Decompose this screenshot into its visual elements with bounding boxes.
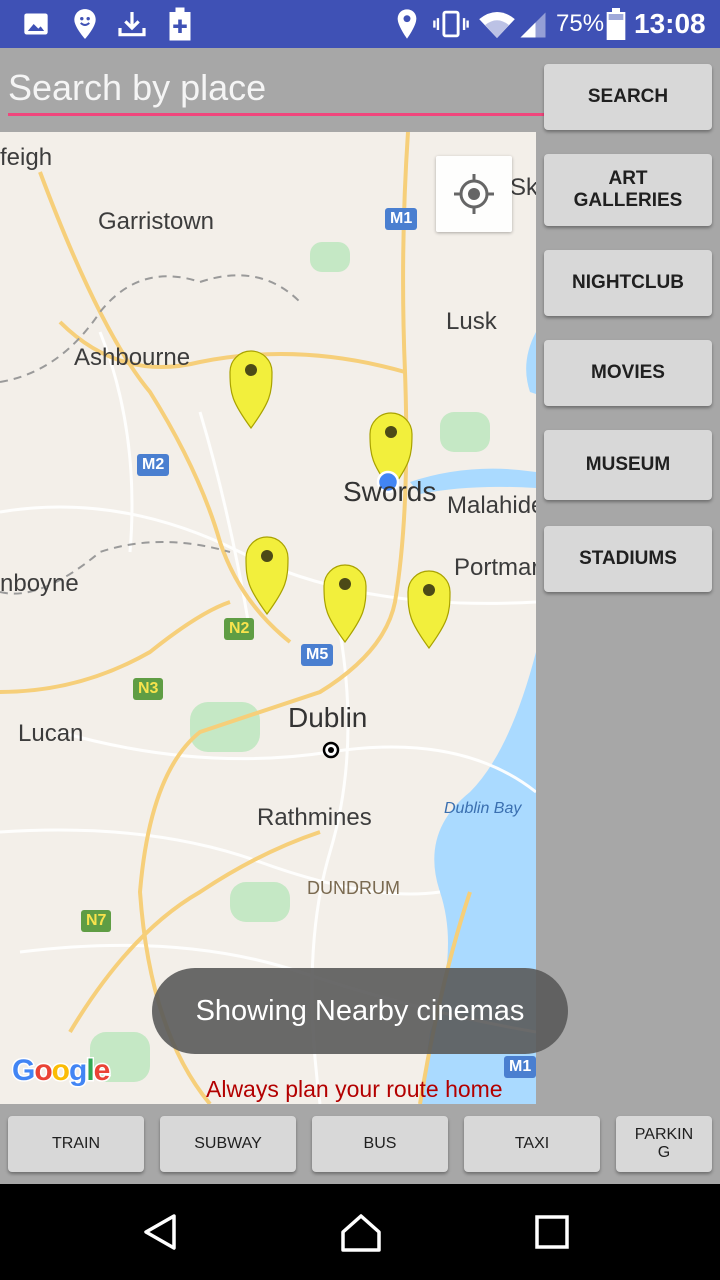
map-label-nboyne: nboyne bbox=[0, 570, 79, 597]
subway-button[interactable]: SUBWAY bbox=[160, 1116, 296, 1172]
google-logo-mark: Google Google bbox=[11, 1053, 113, 1089]
map-canvas bbox=[0, 132, 536, 1104]
art-galleries-button[interactable]: ART GALLERIES bbox=[544, 154, 712, 226]
map-marker[interactable] bbox=[229, 350, 273, 430]
stadiums-button[interactable]: STADIUMS bbox=[544, 526, 712, 592]
road-shield-m1: M1 bbox=[385, 208, 418, 230]
google-logo: Google Google bbox=[11, 1052, 124, 1096]
image-icon bbox=[24, 13, 48, 35]
battery-percent: 75% bbox=[556, 10, 605, 37]
search-field[interactable] bbox=[8, 64, 544, 116]
svg-text:Google: Google bbox=[12, 1054, 110, 1087]
map-view[interactable]: feigh Sk Garristown Ashbourne Lusk Sword… bbox=[0, 132, 536, 1104]
back-icon[interactable] bbox=[140, 1212, 180, 1252]
park-area bbox=[190, 702, 260, 752]
road-shield-m50: M5 bbox=[301, 644, 334, 666]
app-content: SEARCH ART GALLERIES NIGHTCLUB MOVIES MU… bbox=[0, 48, 720, 1184]
map-marker[interactable] bbox=[407, 570, 451, 650]
download-icon bbox=[118, 12, 146, 37]
my-location-button[interactable] bbox=[436, 156, 512, 232]
road-shield-n7: N7 bbox=[81, 910, 112, 932]
status-bar: 75% 13:08 bbox=[0, 0, 720, 48]
map-label-malahide: Malahide bbox=[447, 492, 536, 519]
map-label-rathmines: Rathmines bbox=[257, 804, 372, 831]
search-input[interactable] bbox=[8, 64, 544, 112]
recents-icon[interactable] bbox=[534, 1214, 570, 1250]
bus-button[interactable]: BUS bbox=[312, 1116, 448, 1172]
search-button[interactable]: SEARCH bbox=[544, 64, 712, 130]
road-shield-n2: N2 bbox=[224, 618, 255, 640]
park-area bbox=[230, 882, 290, 922]
signal-icon bbox=[520, 12, 546, 38]
map-label-feigh: feigh bbox=[0, 144, 53, 171]
museum-button[interactable]: MUSEUM bbox=[544, 430, 712, 500]
train-button[interactable]: TRAIN bbox=[8, 1116, 144, 1172]
map-label-portmar: Portmar bbox=[454, 554, 536, 581]
map-label-lucan: Lucan bbox=[18, 720, 84, 747]
map-label-swords: Swords bbox=[343, 476, 437, 507]
estuary-water bbox=[526, 332, 536, 394]
taxi-button[interactable]: TAXI bbox=[464, 1116, 600, 1172]
movies-button[interactable]: MOVIES bbox=[544, 340, 712, 406]
wifi-icon bbox=[479, 11, 515, 39]
navigation-bar bbox=[0, 1184, 720, 1280]
battery-icon bbox=[606, 8, 626, 40]
park-area bbox=[440, 412, 490, 452]
road-shield-m1-south: M1 bbox=[504, 1056, 536, 1078]
road-shield-n3: N3 bbox=[133, 678, 164, 700]
map-label-sk: Sk bbox=[510, 174, 536, 201]
map-label-lusk: Lusk bbox=[446, 308, 497, 335]
parking-button[interactable]: PARKIN G bbox=[616, 1116, 712, 1172]
battery-plus-icon bbox=[169, 7, 191, 41]
home-icon[interactable] bbox=[340, 1212, 382, 1254]
vibrate-icon bbox=[433, 10, 469, 38]
clock: 13:08 bbox=[634, 8, 706, 39]
park-area bbox=[310, 242, 350, 272]
crosshair-icon bbox=[454, 174, 494, 214]
route-note: Always plan your route home bbox=[206, 1076, 503, 1102]
road-shield-m2: M2 bbox=[137, 454, 170, 476]
toast-message: Showing Nearby cinemas bbox=[152, 968, 568, 1054]
map-label-ashbourne: Ashbourne bbox=[74, 344, 191, 371]
map-label-dublin-bay: Dublin Bay bbox=[444, 800, 522, 817]
map-marker[interactable] bbox=[323, 564, 367, 644]
location-pin-icon bbox=[74, 9, 96, 39]
map-label-garristown: Garristown bbox=[98, 208, 215, 235]
nightclub-button[interactable]: NIGHTCLUB bbox=[544, 250, 712, 316]
map-label-dublin: Dublin bbox=[288, 702, 368, 733]
map-label-dundrum: DUNDRUM bbox=[307, 878, 400, 898]
location-icon bbox=[397, 9, 417, 39]
